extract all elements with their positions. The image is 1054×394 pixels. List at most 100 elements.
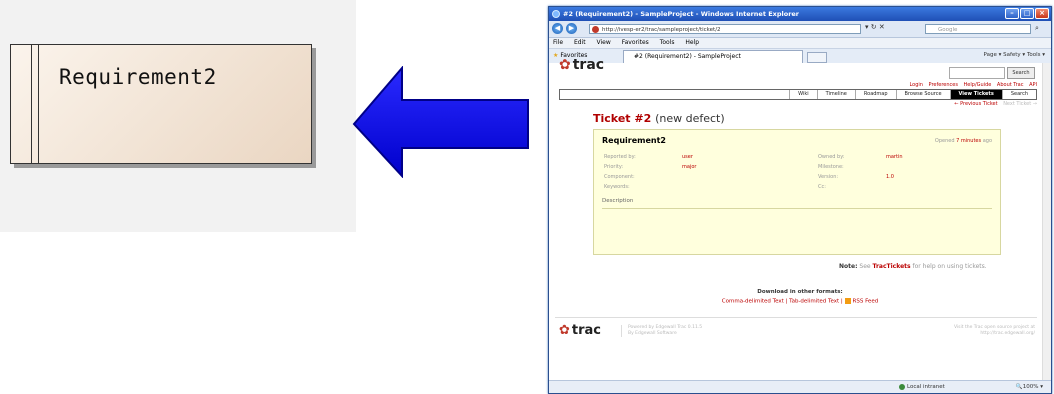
nav-timeline[interactable]: Timeline: [816, 90, 855, 99]
intranet-icon: [899, 383, 905, 390]
window-titlebar: #2 (Requirement2) - SampleProject - Wind…: [549, 7, 1051, 21]
zoom-level[interactable]: 🔍100% ▾: [1016, 381, 1043, 393]
command-bar[interactable]: Page ▾ Safety ▾ Tools ▾: [984, 52, 1045, 58]
browser-window: #2 (Requirement2) - SampleProject - Wind…: [548, 6, 1052, 394]
help-note: Note: See TracTickets for help on using …: [839, 263, 987, 270]
vertical-scrollbar[interactable]: [1042, 63, 1051, 381]
menu-bar: File Edit View Favorites Tools Help: [549, 38, 1051, 49]
download-formats: Download in other formats: Comma-delimit…: [721, 289, 879, 305]
browser-tab[interactable]: #2 (Requirement2) - SampleProject: [623, 50, 803, 63]
note-see: See: [859, 263, 871, 270]
page-content: ✿ trac Search Login Preferences Help/Guid…: [549, 57, 1051, 381]
menu-file[interactable]: File: [553, 39, 563, 46]
browser-search-input[interactable]: Google: [925, 24, 1031, 34]
footer-divider: [555, 317, 1037, 318]
favorites-bar: ★ Favorites #2 (Requirement2) - SamplePr…: [549, 49, 1051, 64]
ticket-opened: Opened 7 minutes ago: [935, 138, 992, 144]
nav-browse-source[interactable]: Browse Source: [895, 90, 950, 99]
forward-arrow-icon[interactable]: ▶: [566, 23, 577, 34]
address-bar: ◀ ▶ http://ivesp-er2/trac/sampleproject/…: [549, 21, 1051, 38]
download-title: Download in other formats:: [757, 289, 843, 295]
trac-logo[interactable]: ✿ trac: [559, 57, 604, 73]
footer-visit-link[interactable]: http://trac.edgewall.org/: [954, 331, 1035, 337]
trac-paw-icon: ✿: [559, 323, 570, 338]
next-ticket-link: Next Ticket →: [1003, 101, 1037, 107]
back-arrow-icon[interactable]: ◀: [552, 23, 563, 34]
trac-logo-text: trac: [572, 57, 605, 73]
left-arrow-icon: [352, 66, 529, 178]
requirement-element-name: Requirement2: [59, 65, 217, 89]
maximize-button[interactable]: □: [1020, 8, 1034, 19]
element-stripe: [38, 45, 39, 163]
note-suffix: for help on using tickets.: [912, 263, 987, 270]
metanav-login[interactable]: Login: [909, 82, 923, 88]
prop-milestone-label: Milestone:: [818, 164, 844, 170]
ticket-box: Requirement2 Opened 7 minutes ago Report…: [593, 129, 1001, 255]
metanav: Login Preferences Help/Guide About Trac …: [905, 82, 1037, 88]
description-divider: [602, 208, 992, 209]
tab-title: #2 (Requirement2) - SampleProject: [634, 53, 741, 60]
nav-wiki[interactable]: Wiki: [789, 90, 817, 99]
close-button[interactable]: ×: [1035, 8, 1049, 19]
prop-priority-label: Priority:: [604, 164, 624, 170]
search-placeholder: Google: [938, 27, 958, 33]
ticket-status: (new defect): [655, 112, 725, 125]
menu-view[interactable]: View: [597, 39, 611, 46]
ticket-number: Ticket #2: [593, 112, 652, 125]
metanav-help[interactable]: Help/Guide: [964, 82, 992, 88]
internet-explorer-icon: [552, 10, 560, 18]
prop-version-value[interactable]: 1.0: [886, 174, 894, 180]
ticket-heading: Ticket #2 (new defect): [593, 112, 725, 125]
menu-help[interactable]: Help: [685, 39, 699, 46]
search-icon[interactable]: ⌕: [1035, 24, 1039, 33]
footer-by-edgewall: By Edgewall Software: [628, 331, 677, 336]
trac-search-button[interactable]: Search: [1007, 67, 1035, 79]
window-title: #2 (Requirement2) - SampleProject - Wind…: [563, 10, 800, 18]
metanav-preferences[interactable]: Preferences: [929, 82, 958, 88]
main-nav: Wiki Timeline Roadmap Browse Source View…: [559, 89, 1037, 100]
footer-trac-logo[interactable]: ✿ trac: [559, 323, 601, 338]
trac-tickets-link[interactable]: TracTickets: [873, 263, 911, 270]
opened-age-link[interactable]: 7 minutes: [956, 138, 981, 144]
prop-owned-by-value: martin: [886, 154, 903, 160]
url-input[interactable]: http://ivesp-er2/trac/sampleproject/tick…: [589, 24, 861, 34]
element-stripe: [31, 45, 32, 163]
nav-roadmap[interactable]: Roadmap: [854, 90, 896, 99]
zoom-value: 100%: [1022, 384, 1039, 390]
command-bar-label: Page ▾ Safety ▾ Tools ▾: [983, 52, 1045, 58]
opened-suffix: ago: [982, 138, 992, 144]
tab-delimited-link[interactable]: Tab-delimited Text: [789, 299, 839, 305]
zone-label: Local intranet: [907, 384, 945, 390]
prop-keywords-label: Keywords:: [604, 184, 630, 190]
refresh-stop-icons[interactable]: ▾ ↻ ✕: [865, 23, 885, 31]
menu-edit[interactable]: Edit: [574, 39, 586, 46]
prop-version-label: Version:: [818, 174, 839, 180]
prop-cc-label: Cc:: [818, 184, 826, 190]
star-icon: ★: [553, 52, 559, 59]
prop-reported-by-value: user: [682, 154, 693, 160]
footer-logo-text: trac: [571, 323, 602, 338]
nav-view-tickets[interactable]: View Tickets: [949, 90, 1002, 99]
minimize-button[interactable]: –: [1005, 8, 1019, 19]
new-tab-button[interactable]: [807, 52, 827, 63]
nav-search[interactable]: Search: [1001, 90, 1036, 99]
description-label: Description: [602, 198, 634, 204]
prop-priority-value[interactable]: major: [682, 164, 696, 170]
previous-ticket-link[interactable]: ← Previous Ticket: [954, 101, 997, 107]
trac-search-input[interactable]: [949, 67, 1005, 79]
security-zone: Local intranet: [899, 381, 945, 393]
diagram-canvas: Requirement2: [0, 0, 356, 232]
csv-link[interactable]: Comma-delimited Text: [722, 299, 784, 305]
opened-prefix: Opened: [934, 138, 955, 144]
metanav-api[interactable]: API: [1029, 82, 1037, 88]
metanav-about[interactable]: About Trac: [997, 82, 1024, 88]
trac-paw-icon: ✿: [559, 57, 571, 73]
requirement-element[interactable]: Requirement2: [10, 44, 312, 164]
footer-info: Powered by Edgewall Trac 0.11.5 By Edgew…: [621, 325, 702, 337]
menu-tools[interactable]: Tools: [660, 39, 675, 46]
site-favicon-icon: [592, 26, 599, 33]
menu-favorites[interactable]: Favorites: [622, 39, 649, 46]
note-prefix: Note:: [839, 263, 858, 270]
prop-reported-by-label: Reported by:: [604, 154, 636, 160]
rss-feed-link[interactable]: RSS Feed: [853, 299, 879, 305]
